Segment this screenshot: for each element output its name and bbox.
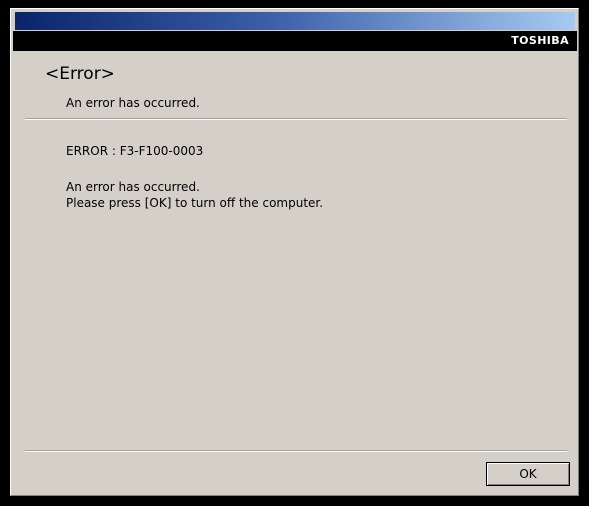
dialog-subheading: An error has occurred. <box>66 96 200 110</box>
error-code: ERROR : F3-F100-0003 <box>66 144 204 158</box>
bottom-divider <box>25 450 567 452</box>
brand-bar: TOSHIBA <box>13 31 577 51</box>
top-divider <box>25 118 567 120</box>
error-dialog: TOSHIBA <Error> An error has occurred. E… <box>10 8 579 496</box>
dialog-heading: <Error> <box>45 64 115 84</box>
error-message-line1: An error has occurred. <box>66 180 200 194</box>
title-bar[interactable] <box>15 12 575 30</box>
toshiba-logo: TOSHIBA <box>511 34 569 47</box>
error-message-line2: Please press [OK] to turn off the comput… <box>66 196 324 210</box>
ok-button[interactable]: OK <box>486 462 570 486</box>
